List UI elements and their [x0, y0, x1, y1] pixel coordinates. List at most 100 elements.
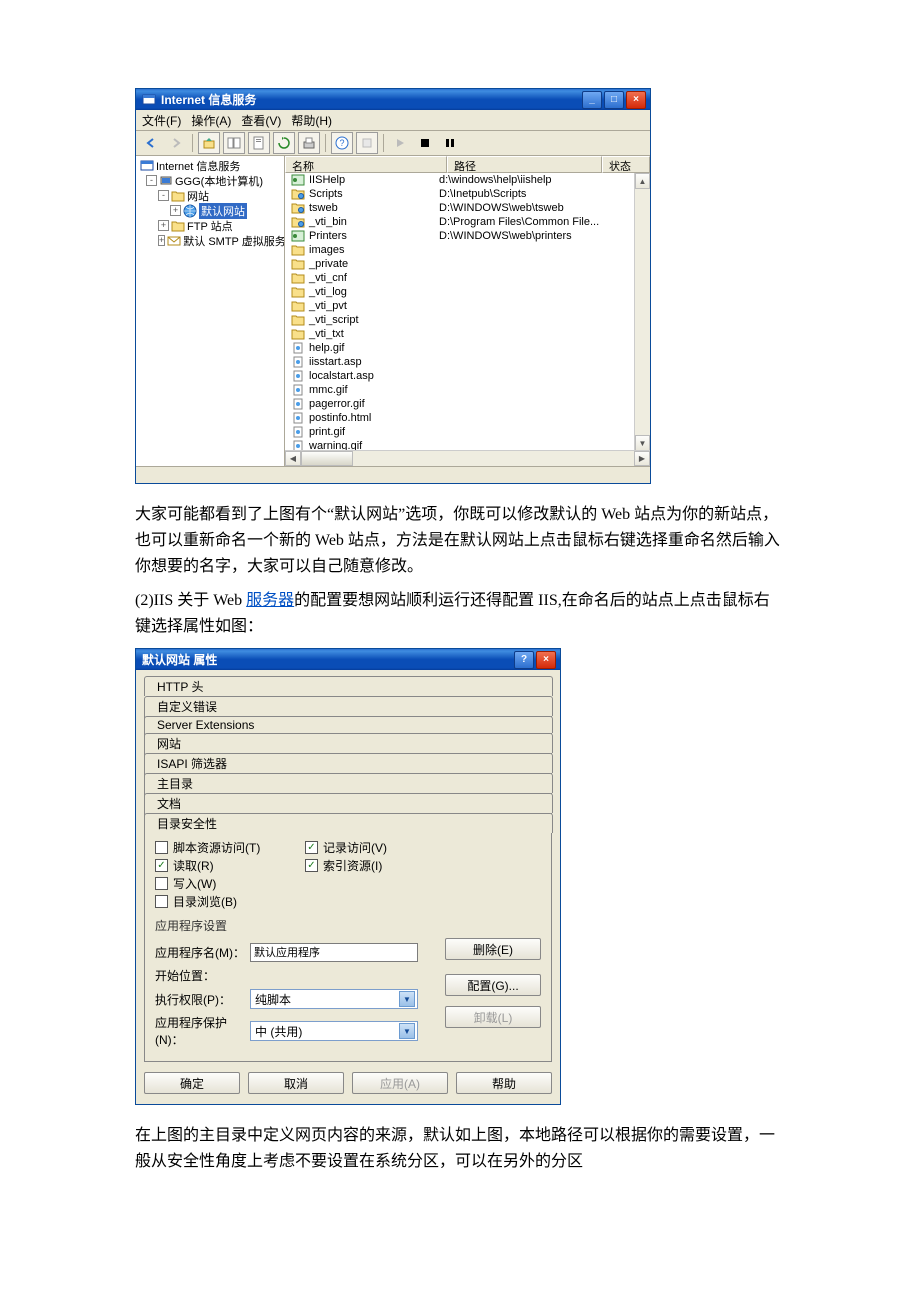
item-path: D:\Inetpub\Scripts — [439, 188, 650, 200]
list-item[interactable]: _vti_binD:\Program Files\Common File... — [285, 215, 650, 229]
unload-button[interactable]: 卸载(L) — [445, 1006, 541, 1028]
start-pos-label: 开始位置： — [155, 967, 250, 984]
pause-button[interactable] — [439, 132, 461, 154]
list-item[interactable]: print.gif — [285, 425, 650, 439]
permission-checkbox[interactable]: 读取(R) — [155, 857, 305, 874]
app-protect-combo[interactable]: 中 (共用) ▼ — [250, 1021, 418, 1041]
item-name: print.gif — [309, 426, 345, 438]
tab-isapi[interactable]: ISAPI 筛选器 — [144, 753, 553, 773]
menu-action[interactable]: 操作(A) — [191, 112, 231, 129]
dialog-title: 默认网站 属性 — [142, 651, 514, 668]
dialog-help-button[interactable]: 帮助 — [456, 1072, 552, 1094]
list-item[interactable]: images — [285, 243, 650, 257]
hscroll-thumb[interactable] — [301, 451, 353, 466]
dialog-close-button[interactable]: × — [536, 651, 556, 669]
tree-websites[interactable]: - 网站 — [136, 188, 284, 203]
properties-dialog: 默认网站 属性 ? × HTTP 头 自定义错误 Server Extensio… — [135, 648, 561, 1105]
cancel-button[interactable]: 取消 — [248, 1072, 344, 1094]
permission-checkbox[interactable]: 记录访问(V) — [305, 839, 455, 856]
scroll-down-icon[interactable]: ▼ — [635, 435, 650, 451]
tab-http-headers[interactable]: HTTP 头 — [144, 676, 553, 696]
list-item[interactable]: _vti_cnf — [285, 271, 650, 285]
tree-root[interactable]: Internet 信息服务 — [136, 158, 284, 173]
tree-computer[interactable]: - GGG(本地计算机) — [136, 173, 284, 188]
permission-checkbox[interactable]: 脚本资源访问(T) — [155, 839, 305, 856]
menu-view[interactable]: 查看(V) — [241, 112, 281, 129]
list-item[interactable]: mmc.gif — [285, 383, 650, 397]
forward-button[interactable] — [165, 132, 187, 154]
folder-icon — [291, 244, 305, 256]
scroll-left-icon[interactable]: ◀ — [285, 451, 301, 466]
scroll-up-icon[interactable]: ▲ — [635, 173, 650, 189]
list-item[interactable]: pagerror.gif — [285, 397, 650, 411]
tab-server-extensions[interactable]: Server Extensions — [144, 716, 553, 733]
folder-s-icon — [291, 202, 305, 214]
help-button[interactable]: ? — [331, 132, 353, 154]
list-item[interactable]: _private — [285, 257, 650, 271]
tab-home-directory[interactable]: 主目录 — [144, 773, 553, 793]
minimize-button[interactable]: _ — [582, 91, 602, 109]
titlebar[interactable]: Internet 信息服务 _ □ × — [136, 89, 650, 110]
tab-website[interactable]: 网站 — [144, 733, 553, 753]
col-status[interactable]: 状态 — [602, 156, 650, 173]
stop-button[interactable] — [414, 132, 436, 154]
list-item[interactable]: _vti_txt — [285, 327, 650, 341]
list-item[interactable]: help.gif — [285, 341, 650, 355]
horizontal-scrollbar[interactable]: ◀ ▶ — [285, 450, 650, 466]
list-item[interactable]: _vti_script — [285, 313, 650, 327]
permission-checkbox[interactable]: 索引资源(I) — [305, 857, 455, 874]
list-item[interactable]: PrintersD:\WINDOWS\web\printers — [285, 229, 650, 243]
export-button[interactable] — [298, 132, 320, 154]
dialog-help-button[interactable]: ? — [514, 651, 534, 669]
server-link[interactable]: 服务器 — [246, 592, 294, 609]
maximize-button[interactable]: □ — [604, 91, 624, 109]
list-item[interactable]: localstart.asp — [285, 369, 650, 383]
col-path[interactable]: 路径 — [447, 156, 602, 173]
checkbox-label: 记录访问(V) — [323, 839, 387, 856]
tool-button[interactable] — [356, 132, 378, 154]
properties-button[interactable] — [248, 132, 270, 154]
item-name: _vti_script — [309, 314, 359, 326]
tree-smtp[interactable]: + 默认 SMTP 虚拟服务器 — [136, 233, 284, 248]
list-item[interactable]: _vti_log — [285, 285, 650, 299]
show-hide-button[interactable] — [223, 132, 245, 154]
menu-help[interactable]: 帮助(H) — [291, 112, 332, 129]
vertical-scrollbar[interactable]: ▲ ▼ — [634, 173, 650, 451]
back-button[interactable] — [140, 132, 162, 154]
folder-icon — [291, 286, 305, 298]
app-icon — [291, 174, 305, 186]
dialog-titlebar[interactable]: 默认网站 属性 ? × — [136, 649, 560, 670]
list-item[interactable]: iisstart.asp — [285, 355, 650, 369]
menu-file[interactable]: 文件(F) — [142, 112, 181, 129]
app-name-input[interactable]: 默认应用程序 — [250, 943, 418, 962]
para2-before: (2)IIS 关于 Web — [135, 592, 246, 609]
exec-perm-combo[interactable]: 纯脚本 ▼ — [250, 989, 418, 1009]
scroll-right-icon[interactable]: ▶ — [634, 451, 650, 466]
ok-button[interactable]: 确定 — [144, 1072, 240, 1094]
app-name-label: 应用程序名(M)： — [155, 944, 250, 961]
tree-label: Internet 信息服务 — [156, 158, 240, 174]
list-item[interactable]: _vti_pvt — [285, 299, 650, 313]
col-name[interactable]: 名称 — [285, 156, 447, 173]
list-item[interactable]: postinfo.html — [285, 411, 650, 425]
item-name: Printers — [309, 230, 347, 242]
remove-button[interactable]: 删除(E) — [445, 938, 541, 960]
close-button[interactable]: × — [626, 91, 646, 109]
config-button[interactable]: 配置(G)... — [445, 974, 541, 996]
list-item[interactable]: ScriptsD:\Inetpub\Scripts — [285, 187, 650, 201]
apply-button[interactable]: 应用(A) — [352, 1072, 448, 1094]
play-button[interactable] — [389, 132, 411, 154]
tree-ftp[interactable]: + FTP 站点 — [136, 218, 284, 233]
list-item[interactable]: IISHelpd:\windows\help\iishelp — [285, 173, 650, 187]
refresh-button[interactable] — [273, 132, 295, 154]
tree-default-site[interactable]: + 默认网站 — [136, 203, 284, 218]
permission-checkbox[interactable]: 目录浏览(B) — [155, 893, 305, 910]
up-button[interactable] — [198, 132, 220, 154]
list-item[interactable]: tswebD:\WINDOWS\web\tsweb — [285, 201, 650, 215]
tab-directory-security[interactable]: 目录安全性 — [144, 813, 553, 833]
tree-label: 默认 SMTP 虚拟服务器 — [183, 233, 285, 249]
tab-custom-errors[interactable]: 自定义错误 — [144, 696, 553, 716]
permission-checkbox[interactable]: 写入(W) — [155, 875, 305, 892]
checkbox-icon — [155, 877, 168, 890]
tab-documents[interactable]: 文档 — [144, 793, 553, 813]
